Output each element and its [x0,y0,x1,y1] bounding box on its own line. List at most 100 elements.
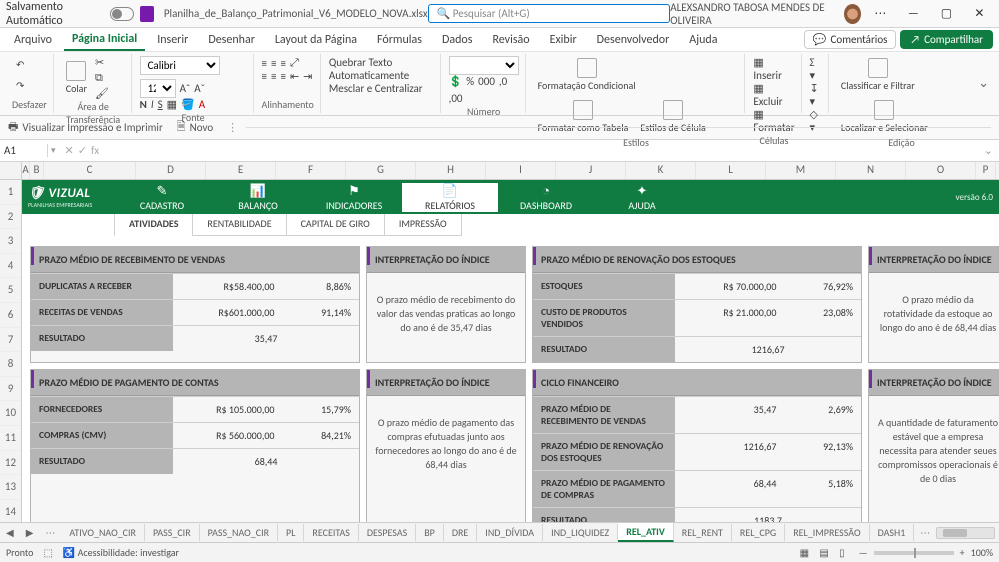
font-name-select[interactable]: Calibri [140,56,220,75]
new-document-button[interactable]: 🗎Novo [177,118,213,137]
view-page-break-icon[interactable]: ▯ [835,546,849,559]
sheet-tab[interactable]: DASH1 [870,524,915,541]
row-1[interactable]: 1 [0,180,21,205]
sheet-tab[interactable]: REL_CPG [732,524,785,541]
horizontal-scrollbar[interactable] [936,527,995,539]
align-bottom-icon[interactable]: ≡ [280,57,285,70]
sheet-tab[interactable]: PASS_NAO_CIR [200,524,278,541]
tab-scroll-left[interactable]: ◀ [0,526,20,539]
number-format-select[interactable] [449,56,519,75]
col-L[interactable]: L [696,162,766,179]
zoom-out-button[interactable]: — [859,546,868,559]
col-M[interactable]: M [766,162,836,179]
cond-format-button[interactable]: Formatação Condicional [534,56,640,94]
qat-overflow-icon[interactable]: ⋮ [227,121,238,134]
nav-balanco[interactable]: 📊BALANÇO [210,183,306,212]
italic-button[interactable]: I [151,98,154,111]
col-H[interactable]: H [416,162,486,179]
col-G[interactable]: G [346,162,416,179]
tab-view[interactable]: Exibir [542,30,585,50]
save-icon[interactable] [140,6,154,22]
ribbon-options-icon[interactable]: ⋯ [867,0,894,28]
tab-overflow-icon[interactable]: ⋯ [914,526,936,539]
row-12[interactable]: 12 [0,451,21,476]
indent-dec-icon[interactable]: ⇤ [290,70,299,83]
print-preview-button[interactable]: 🖶Visualizar Impressão e Imprimir [8,118,163,137]
sheet-tab[interactable]: ATIVO_NAO_CIR [61,524,145,541]
row-14[interactable]: 14 [0,500,21,525]
cancel-formula-icon[interactable]: ✕ [65,144,74,157]
expand-formula-bar-icon[interactable]: ⌄ [978,144,999,157]
percent-icon[interactable]: % [466,75,474,88]
tab-insert[interactable]: Inserir [149,30,196,50]
table-format-button[interactable]: Formatar como Tabela [534,98,633,136]
sheet-tab[interactable]: IND_LIQUIDEZ [543,524,618,541]
status-accessibility[interactable]: ♿ Acessibilidade: investigar [63,546,179,559]
row-7[interactable]: 7 [0,328,21,353]
row-2[interactable]: 2 [0,205,21,230]
copy-icon[interactable]: ⧉ [95,71,109,85]
sheet-tab[interactable]: PL [278,524,304,541]
row-6[interactable]: 6 [0,303,21,328]
comments-button[interactable]: 💬Comentários [804,30,897,49]
border-icon[interactable]: ▦ [167,98,177,111]
sheet-tab[interactable]: DRE [444,524,477,541]
decimal-dec-icon[interactable]: ,00 [449,92,463,105]
underline-button[interactable]: S [158,98,163,111]
sheet-tab[interactable]: RECEITAS [304,524,358,541]
format-painter-icon[interactable]: 🖌 [95,87,109,100]
clear-button[interactable]: ◇ ▾ [810,108,822,134]
align-left-icon[interactable]: ≡ [262,70,267,83]
search-input[interactable]: 🔍 Pesquisar (Alt+G) [428,4,671,23]
indent-inc-icon[interactable]: ⇥ [303,70,312,83]
fill-color-icon[interactable]: 🪣 [181,98,195,111]
tab-scroll-right[interactable]: ▶ [20,526,40,539]
redo-button[interactable]: ↷ [12,77,28,94]
sort-filter-button[interactable]: Classificar e Filtrar [837,56,919,94]
subtab-atividades[interactable]: ATIVIDADES [114,214,193,236]
col-K[interactable]: K [626,162,696,179]
name-box-dropdown-icon[interactable]: ▾ [48,145,59,156]
row-10[interactable]: 10 [0,401,21,426]
row-11[interactable]: 11 [0,426,21,451]
minimize-button[interactable]: — [900,0,927,28]
tab-data[interactable]: Dados [434,30,480,50]
decrease-font-icon[interactable]: Aˇ [194,82,205,95]
nav-cadastro[interactable]: ✎CADASTRO [114,183,210,212]
select-all-corner[interactable] [0,162,22,179]
row-3[interactable]: 3 [0,229,21,254]
tab-formulas[interactable]: Fórmulas [369,30,430,50]
font-color-icon[interactable]: A [199,98,205,111]
increase-font-icon[interactable]: Aˆ [180,82,191,95]
col-E[interactable]: E [206,162,276,179]
undo-button[interactable]: ↶ [12,56,28,73]
bold-button[interactable]: N [140,98,147,111]
sheet-tab[interactable]: REL_RENT [674,524,732,541]
scrollbar-thumb[interactable] [943,529,967,537]
fx-icon[interactable]: fx [91,144,99,157]
nav-relatorios[interactable]: 📄RELATÓRIOS [402,183,498,212]
decimal-inc-icon[interactable]: ,0 [499,75,507,88]
tab-home[interactable]: Página Inicial [64,29,145,51]
cut-icon[interactable]: ✂ [95,56,109,69]
align-top-icon[interactable]: ≡ [262,57,267,70]
col-B[interactable]: B [30,162,44,179]
row-8[interactable]: 8 [0,352,21,377]
tab-page-layout[interactable]: Layout da Página [267,30,365,50]
font-size-select[interactable]: 12 [140,79,176,98]
cell-styles-button[interactable]: Estilos de Célula [636,98,709,136]
find-select-button[interactable]: Localizar e Selecionar [837,98,932,136]
sheet-tab[interactable]: REL_IMPRESSÃO [785,524,869,541]
col-C[interactable]: C [44,162,136,179]
name-box[interactable]: A1 [0,144,48,157]
status-macro-icon[interactable]: ⬚ [43,546,52,559]
row-9[interactable]: 9 [0,377,21,402]
format-cells-button[interactable]: ▦ Formatar [753,108,794,134]
orientation-icon[interactable]: ⤢ [290,56,299,70]
tab-help[interactable]: Ajuda [681,30,725,50]
sheet-tab[interactable]: IND_DÍVIDA [477,524,543,541]
align-right-icon[interactable]: ≡ [280,70,285,83]
sheet-tab[interactable]: PASS_CIR [145,524,200,541]
autosave-toggle[interactable] [110,7,134,21]
nav-ajuda[interactable]: ✦AJUDA [594,183,690,212]
